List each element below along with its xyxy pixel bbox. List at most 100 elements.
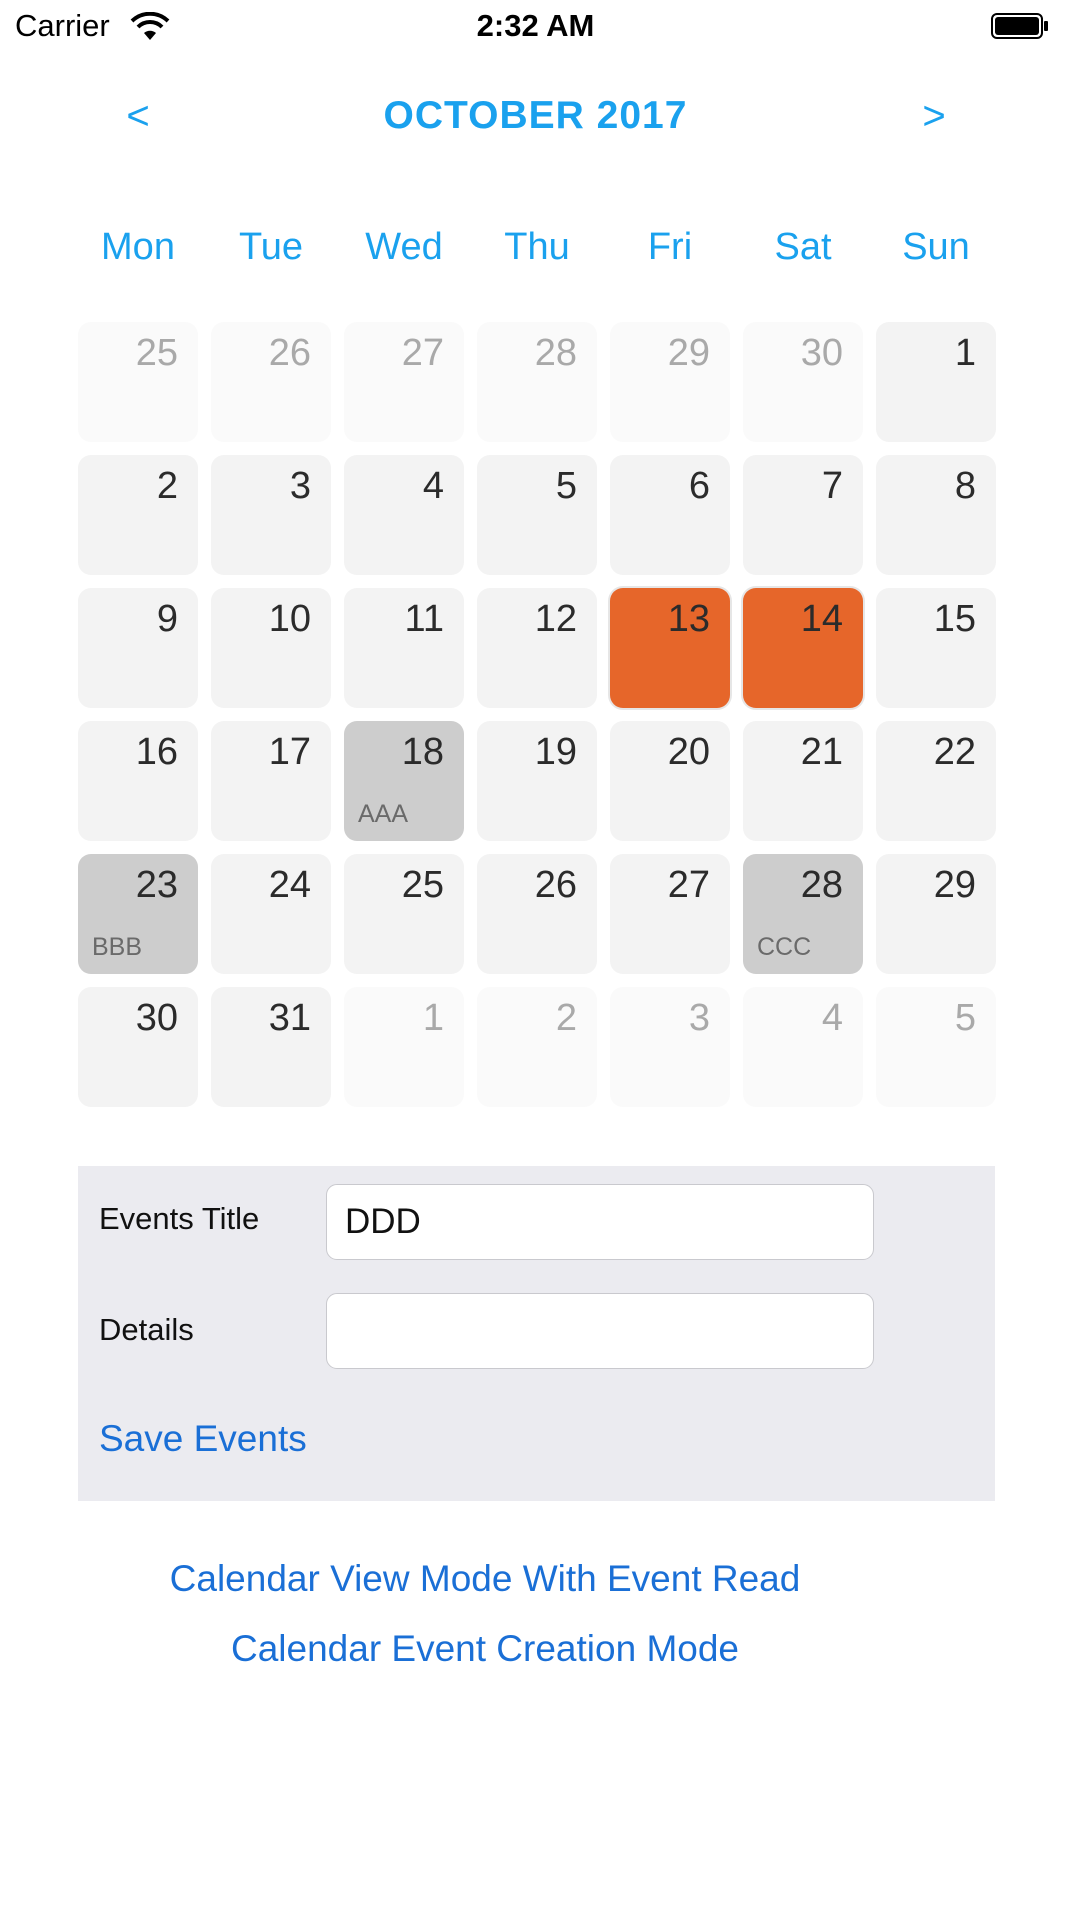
day-cell[interactable]: 26 — [211, 322, 331, 442]
day-cell[interactable]: 27 — [610, 854, 730, 974]
day-cell[interactable]: 29 — [610, 322, 730, 442]
day-cell[interactable]: 18 AAA — [344, 721, 464, 841]
day-number: 5 — [555, 465, 577, 507]
day-number: 2 — [555, 997, 577, 1039]
day-number: 4 — [821, 997, 843, 1039]
day-number: 26 — [268, 332, 311, 374]
status-bar: Carrier 2:32 AM — [0, 0, 1071, 54]
day-cell[interactable]: 25 — [78, 322, 198, 442]
weekday-fri: Fri — [647, 226, 693, 268]
day-number: 12 — [534, 598, 577, 640]
day-cell[interactable]: 1 — [344, 987, 464, 1107]
day-cell[interactable]: 1 — [876, 322, 996, 442]
day-number: 19 — [534, 731, 577, 773]
day-number: 17 — [268, 731, 311, 773]
day-cell[interactable]: 2 — [477, 987, 597, 1107]
day-cell[interactable]: 19 — [477, 721, 597, 841]
event-label: BBB — [92, 933, 143, 961]
day-number: 3 — [688, 997, 710, 1039]
day-number: 5 — [954, 997, 976, 1039]
day-cell[interactable]: 10 — [211, 588, 331, 708]
day-cell[interactable]: 4 — [344, 455, 464, 575]
day-cell[interactable]: 30 — [743, 322, 863, 442]
battery-icon — [991, 13, 1048, 39]
weekday-mon: Mon — [101, 226, 175, 268]
day-cell[interactable]: 3 — [211, 455, 331, 575]
day-number: 27 — [401, 332, 444, 374]
day-number: 30 — [135, 997, 178, 1039]
day-number: 29 — [667, 332, 710, 374]
weekday-tue: Tue — [238, 226, 304, 268]
day-cell[interactable]: 25 — [344, 854, 464, 974]
details-input[interactable] — [326, 1293, 874, 1369]
save-events-button[interactable]: Save Events — [99, 1418, 307, 1460]
day-number: 16 — [135, 731, 178, 773]
event-form-panel: Events Title DDD Details Save Events — [78, 1166, 995, 1501]
day-cell[interactable]: 6 — [610, 455, 730, 575]
events-title-input[interactable]: DDD — [326, 1184, 874, 1260]
day-cell[interactable]: 26 — [477, 854, 597, 974]
day-number: 14 — [800, 598, 843, 640]
details-label: Details — [99, 1312, 194, 1347]
day-cell[interactable]: 4 — [743, 987, 863, 1107]
weekday-sun: Sun — [902, 226, 970, 268]
weekday-wed: Wed — [365, 226, 443, 268]
day-cell[interactable]: 5 — [477, 455, 597, 575]
weekday-thu: Thu — [504, 226, 570, 268]
day-number: 10 — [268, 598, 311, 640]
day-cell[interactable]: 23 BBB — [78, 854, 198, 974]
day-cell[interactable]: 17 — [211, 721, 331, 841]
day-cell[interactable]: 14 — [743, 588, 863, 708]
creation-mode-button[interactable]: Calendar Event Creation Mode — [0, 1628, 970, 1670]
day-number: 22 — [933, 731, 976, 773]
day-cell[interactable]: 24 — [211, 854, 331, 974]
view-mode-button[interactable]: Calendar View Mode With Event Read — [0, 1558, 970, 1600]
day-number: 9 — [156, 598, 178, 640]
day-cell[interactable]: 22 — [876, 721, 996, 841]
day-cell[interactable]: 8 — [876, 455, 996, 575]
day-number: 18 — [401, 731, 444, 773]
day-number: 25 — [135, 332, 178, 374]
day-number: 28 — [800, 864, 843, 906]
day-number: 31 — [268, 997, 311, 1039]
day-cell[interactable]: 3 — [610, 987, 730, 1107]
day-number: 24 — [268, 864, 311, 906]
day-cell[interactable]: 28 — [477, 322, 597, 442]
weekday-header: Mon Tue Wed Thu Fri Sat Sun — [78, 226, 998, 276]
day-cell[interactable]: 12 — [477, 588, 597, 708]
day-cell[interactable]: 29 — [876, 854, 996, 974]
next-month-button[interactable]: > — [904, 94, 964, 139]
calendar-grid: 25 26 27 28 29 30 1 2 3 4 5 6 7 8 9 10 11 12 13 14 15 16 17 18 A… — [78, 322, 998, 1107]
event-label: CCC — [757, 933, 812, 961]
day-cell[interactable]: 20 — [610, 721, 730, 841]
day-cell[interactable]: 2 — [78, 455, 198, 575]
day-number: 29 — [933, 864, 976, 906]
day-cell[interactable]: 30 — [78, 987, 198, 1107]
status-time: 2:32 AM — [476, 8, 595, 43]
day-cell[interactable]: 28 CCC — [743, 854, 863, 974]
day-number: 26 — [534, 864, 577, 906]
day-number: 1 — [422, 997, 444, 1039]
day-number: 6 — [688, 465, 710, 507]
day-number: 30 — [800, 332, 843, 374]
day-number: 11 — [404, 598, 444, 640]
day-cell[interactable]: 27 — [344, 322, 464, 442]
day-cell[interactable]: 13 — [610, 588, 730, 708]
day-cell[interactable]: 5 — [876, 987, 996, 1107]
day-number: 3 — [289, 465, 311, 507]
day-number: 27 — [667, 864, 710, 906]
event-label: AAA — [358, 800, 409, 828]
day-number: 25 — [401, 864, 444, 906]
day-number: 4 — [422, 465, 444, 507]
day-number: 13 — [667, 598, 710, 640]
day-number: 20 — [667, 731, 710, 773]
day-cell[interactable]: 31 — [211, 987, 331, 1107]
day-cell[interactable]: 9 — [78, 588, 198, 708]
day-cell[interactable]: 21 — [743, 721, 863, 841]
day-cell[interactable]: 15 — [876, 588, 996, 708]
day-number: 1 — [954, 332, 976, 374]
day-cell[interactable]: 11 — [344, 588, 464, 708]
day-cell[interactable]: 16 — [78, 721, 198, 841]
day-cell[interactable]: 7 — [743, 455, 863, 575]
events-title-label: Events Title — [99, 1201, 260, 1236]
